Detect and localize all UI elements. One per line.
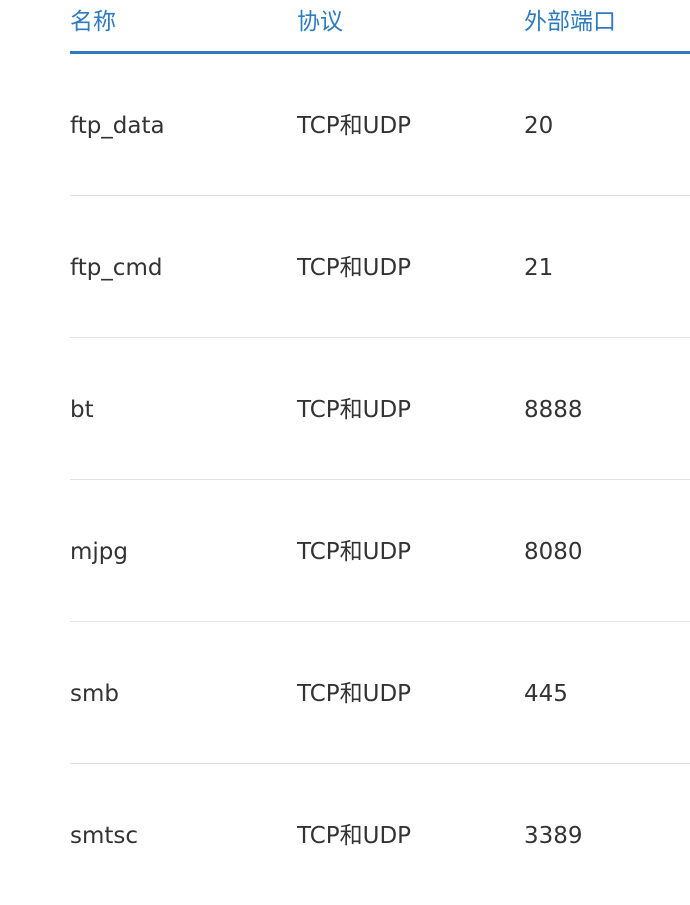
- rule-external-port: 8080: [524, 539, 583, 565]
- column-header-protocol[interactable]: 协议: [297, 6, 343, 38]
- rule-external-port: 3389: [524, 823, 583, 849]
- rule-protocol: TCP和UDP: [297, 113, 412, 139]
- table-row[interactable]: smb TCP和UDP 445: [70, 622, 690, 764]
- rule-name: smb: [70, 681, 119, 707]
- rule-external-port: 8888: [524, 397, 583, 423]
- rule-protocol: TCP和UDP: [297, 823, 412, 849]
- rule-name: ftp_cmd: [70, 255, 163, 281]
- rule-protocol: TCP和UDP: [297, 397, 412, 423]
- rule-external-port: 445: [524, 681, 568, 707]
- rule-protocol: TCP和UDP: [297, 539, 412, 565]
- port-forwarding-table: 名称 协议 外部端口 ftp_data TCP和UDP 20 ftp_cmd T…: [70, 0, 690, 905]
- table-row[interactable]: ftp_cmd TCP和UDP 21: [70, 196, 690, 338]
- rule-external-port: 20: [524, 113, 554, 139]
- table-row[interactable]: mjpg TCP和UDP 8080: [70, 480, 690, 622]
- table-row[interactable]: ftp_data TCP和UDP 20: [70, 54, 690, 196]
- table-header: 名称 协议 外部端口: [70, 0, 690, 54]
- rule-protocol: TCP和UDP: [297, 681, 412, 707]
- rule-name: mjpg: [70, 539, 128, 565]
- rule-name: bt: [70, 397, 94, 423]
- rule-name: ftp_data: [70, 113, 165, 139]
- column-header-name[interactable]: 名称: [70, 6, 116, 38]
- table-row[interactable]: smtsc TCP和UDP 3389: [70, 764, 690, 905]
- table-row[interactable]: bt TCP和UDP 8888: [70, 338, 690, 480]
- table-body: ftp_data TCP和UDP 20 ftp_cmd TCP和UDP 21 b…: [70, 54, 690, 905]
- rule-external-port: 21: [524, 255, 554, 281]
- rule-name: smtsc: [70, 823, 139, 849]
- rule-protocol: TCP和UDP: [297, 255, 412, 281]
- column-header-external-port[interactable]: 外部端口: [524, 6, 616, 38]
